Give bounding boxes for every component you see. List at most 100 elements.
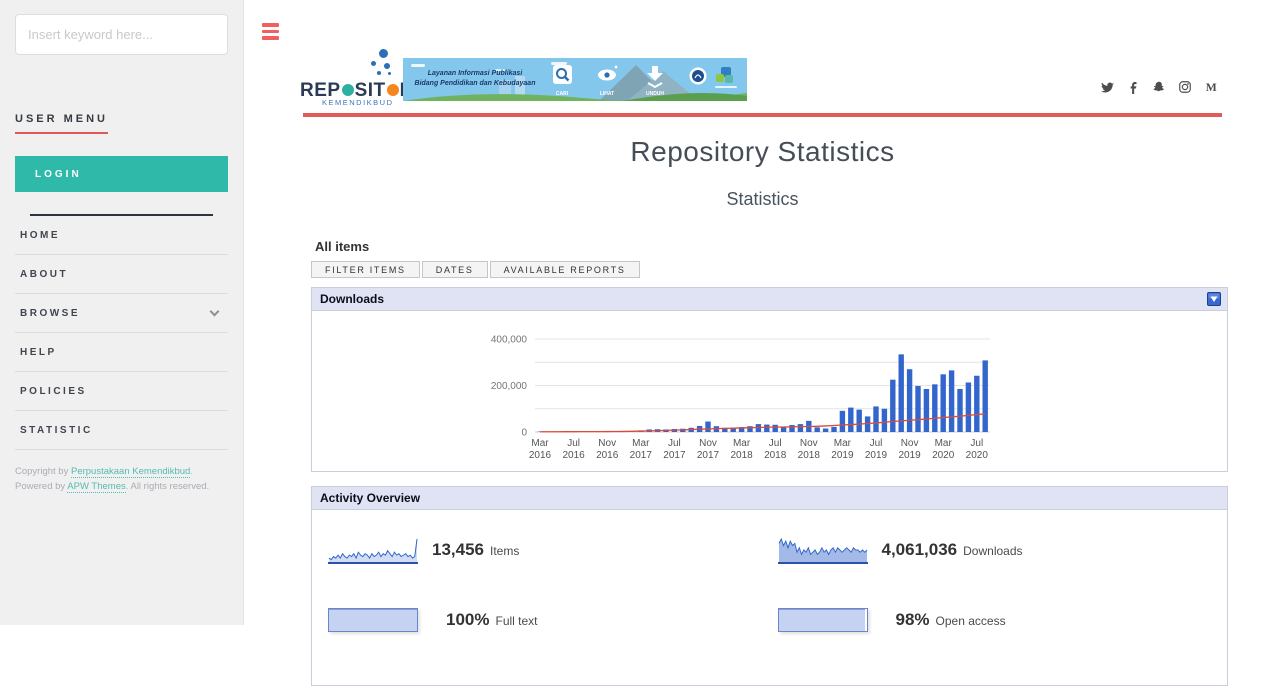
tab-filter-items[interactable]: FILTER ITEMS <box>311 261 420 278</box>
activity-panel-header: Activity Overview <box>312 487 1227 510</box>
downloads-count: 4,061,036 <box>882 540 958 560</box>
stat-openaccess: 98% Open access <box>778 598 1228 642</box>
twitter-icon[interactable] <box>1100 80 1114 94</box>
svg-text:Jul: Jul <box>567 438 580 449</box>
user-menu-heading: USER MENU <box>15 113 108 134</box>
svg-text:2019: 2019 <box>831 450 854 461</box>
snapchat-icon[interactable] <box>1152 80 1166 94</box>
logo-subtext: KEMENDIKBUD <box>322 98 394 107</box>
stat-downloads: 4,061,036 Downloads <box>778 528 1228 572</box>
sidebar-item-help[interactable]: HELP <box>15 333 228 372</box>
svg-text:200,000: 200,000 <box>491 381 528 392</box>
report-tabs: FILTER ITEMS DATES AVAILABLE REPORTS <box>311 261 640 278</box>
banner-text-line2: Bidang Pendidikan dan Kebudayaan <box>415 80 536 87</box>
svg-text:2016: 2016 <box>529 450 552 461</box>
stat-fulltext: 100% Full text <box>328 598 778 642</box>
items-sparkline <box>328 535 418 565</box>
powered-link[interactable]: APW Themes <box>67 481 125 493</box>
page-title: Repository Statistics <box>303 136 1222 168</box>
copyright-link[interactable]: Perpustakaan Kemendikbud <box>71 466 190 478</box>
svg-text:Jul: Jul <box>769 438 782 449</box>
downloads-panel: Downloads 0200,000400,000Mar2016Jul2016N… <box>311 287 1228 472</box>
fulltext-progress-bar <box>328 608 418 632</box>
svg-text:Jul: Jul <box>970 438 983 449</box>
svg-text:CARI: CARI <box>556 91 569 97</box>
svg-text:2017: 2017 <box>697 450 720 461</box>
svg-text:M: M <box>1206 81 1217 94</box>
medium-icon[interactable]: M <box>1204 80 1218 94</box>
sidebar-item-home[interactable]: HOME <box>15 216 228 255</box>
svg-text:400,000: 400,000 <box>491 335 528 346</box>
svg-text:Nov: Nov <box>598 438 616 449</box>
section-label: All items <box>315 239 369 254</box>
svg-text:Jul: Jul <box>870 438 883 449</box>
sidebar-menu: HOME ABOUT BROWSE HELP POLICIES STATISTI… <box>15 216 228 450</box>
logo-o-teal <box>342 84 354 96</box>
svg-text:2020: 2020 <box>932 450 955 461</box>
svg-text:Mar: Mar <box>632 438 650 449</box>
powered-text: Powered by <box>15 481 67 492</box>
svg-text:Nov: Nov <box>699 438 717 449</box>
downloads-label: Downloads <box>963 544 1022 558</box>
activity-panel-title: Activity Overview <box>320 491 420 505</box>
downloads-panel-header: Downloads <box>312 288 1227 311</box>
header-accent-line <box>303 113 1222 117</box>
banner-kemdikbud-logo <box>690 68 707 85</box>
svg-text:Nov: Nov <box>901 438 919 449</box>
sidebar-item-about[interactable]: ABOUT <box>15 255 228 294</box>
copyright-dot: . <box>190 466 193 477</box>
svg-text:Mar: Mar <box>935 438 953 449</box>
items-count: 13,456 <box>432 540 484 560</box>
sidebar-item-policies[interactable]: POLICIES <box>15 372 228 411</box>
sidebar-item-statistic[interactable]: STATISTIC <box>15 411 228 450</box>
openaccess-percent: 98% <box>896 610 930 630</box>
powered-dot: . All rights reserved. <box>126 481 209 492</box>
sidebar-footer: Copyright by Perpustakaan Kemendikbud. P… <box>15 464 228 494</box>
header-banner-image: Layanan Informasi Publikasi Bidang Pendi… <box>403 58 747 101</box>
svg-text:0: 0 <box>521 428 527 439</box>
svg-text:Mar: Mar <box>531 438 549 449</box>
logo-dot <box>371 61 376 66</box>
tab-available-reports[interactable]: AVAILABLE REPORTS <box>490 261 640 278</box>
fulltext-percent: 100% <box>446 610 489 630</box>
main-content: REPSITRI KEMENDIKBUD Layanan Informasi P… <box>244 0 1280 625</box>
export-menu-icon[interactable] <box>1207 292 1221 306</box>
logo-dot <box>379 49 388 58</box>
fulltext-label: Full text <box>495 614 537 628</box>
search-area <box>0 0 243 71</box>
svg-text:2017: 2017 <box>630 450 653 461</box>
tab-dates[interactable]: DATES <box>422 261 488 278</box>
svg-text:Nov: Nov <box>800 438 818 449</box>
search-input[interactable] <box>15 14 228 55</box>
instagram-icon[interactable] <box>1178 80 1192 94</box>
svg-text:LIHAT: LIHAT <box>600 91 614 97</box>
svg-text:2018: 2018 <box>764 450 787 461</box>
hamburger-menu-icon[interactable] <box>262 23 280 41</box>
banner-text-line1: Layanan Informasi Publikasi <box>428 70 524 77</box>
svg-text:2018: 2018 <box>798 450 821 461</box>
sidebar-item-browse[interactable]: BROWSE <box>15 294 228 333</box>
svg-text:2016: 2016 <box>596 450 619 461</box>
svg-text:2017: 2017 <box>663 450 686 461</box>
chevron-down-icon <box>210 307 220 317</box>
svg-text:2016: 2016 <box>562 450 585 461</box>
svg-text:2019: 2019 <box>865 450 888 461</box>
facebook-icon[interactable] <box>1126 80 1140 94</box>
page-subtitle: Statistics <box>303 189 1222 210</box>
svg-text:2018: 2018 <box>730 450 753 461</box>
svg-text:Jul: Jul <box>668 438 681 449</box>
openaccess-label: Open access <box>936 614 1006 628</box>
sidebar: USER MENU LOGIN HOME ABOUT BROWSE HELP P… <box>0 0 244 625</box>
items-label: Items <box>490 544 519 558</box>
downloads-chart-area: 0200,000400,000Mar2016Jul2016Nov2016Mar2… <box>312 311 1227 472</box>
openaccess-progress-bar <box>778 608 868 632</box>
svg-text:2020: 2020 <box>966 450 989 461</box>
logo-dot <box>384 63 390 69</box>
svg-text:2019: 2019 <box>898 450 921 461</box>
copyright-text: Copyright by <box>15 466 71 477</box>
login-button[interactable]: LOGIN <box>15 156 228 192</box>
repository-logo[interactable]: REPSITRI KEMENDIKBUD <box>300 44 405 104</box>
downloads-bar-chart: 0200,000400,000Mar2016Jul2016Nov2016Mar2… <box>480 325 995 465</box>
svg-text:Mar: Mar <box>834 438 852 449</box>
svg-text:UNDUH: UNDUH <box>646 91 664 97</box>
